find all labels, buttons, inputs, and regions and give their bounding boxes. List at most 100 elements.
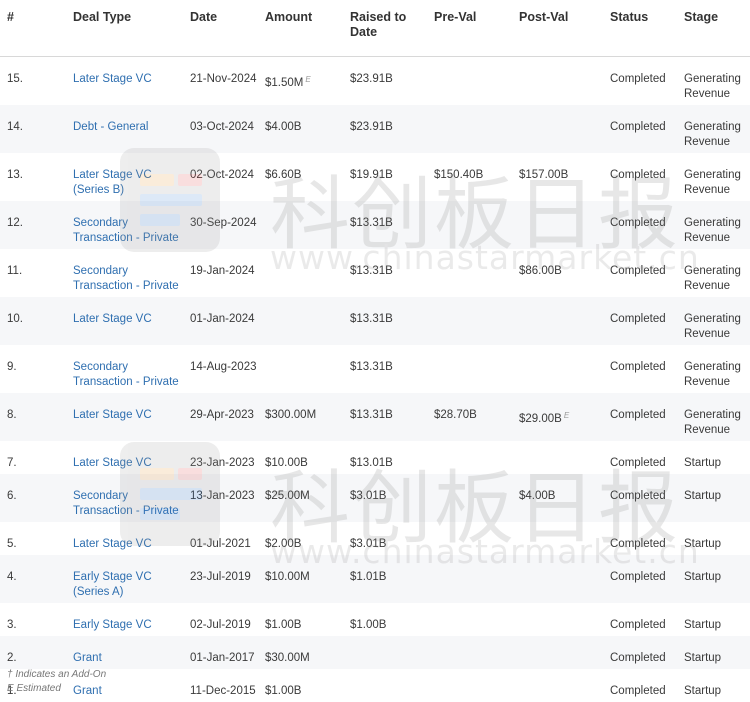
- cell-deal-type: Secondary Transaction - Private: [73, 249, 190, 297]
- cell-date: 23-Jan-2023: [190, 456, 255, 469]
- table-row: 7. Later Stage VC 23-Jan-2023 $10.00B $13.01…: [0, 441, 750, 474]
- cell-amount: [265, 200, 350, 249]
- table-row: 11. Secondary Transaction - Private 19-Jan…: [0, 249, 750, 297]
- deal-type-link[interactable]: Early Stage VC (Series A): [73, 571, 152, 598]
- cell-stage: Startup: [684, 456, 722, 469]
- cell-post-val: [519, 522, 610, 555]
- amount-value: $4.00B: [265, 120, 302, 133]
- col-header-post-val[interactable]: Post-Val: [519, 0, 610, 57]
- amount-value: $1.50M: [265, 76, 304, 89]
- col-header-status[interactable]: Status: [610, 0, 684, 57]
- cell-amount: $10.00B: [265, 441, 350, 474]
- cell-post-val: [519, 554, 610, 603]
- deal-type-link[interactable]: Grant: [73, 652, 102, 664]
- cell-pre-val: [434, 56, 519, 105]
- cell-stage: Generating Revenue: [684, 360, 741, 388]
- post-val-value: $29.00B: [519, 412, 562, 425]
- table-row: 4. Early Stage VC (Series A) 23-Jul-2019 $1…: [0, 554, 750, 603]
- cell-stage: Generating Revenue: [684, 264, 741, 292]
- deal-type-link[interactable]: Debt - General: [73, 121, 148, 133]
- table-row: 9. Secondary Transaction - Private 14-Aug-…: [0, 345, 750, 393]
- cell-pre-val: [434, 603, 519, 636]
- cell-stage: Generating Revenue: [684, 72, 741, 100]
- cell-status: Completed: [610, 392, 684, 441]
- cell-deal-type: Grant: [73, 635, 190, 669]
- cell-raised-to-date: $13.31B: [350, 360, 393, 373]
- cell-number: 13.: [7, 168, 23, 181]
- col-header-deal-type[interactable]: Deal Type: [73, 0, 190, 57]
- cell-deal-type: Later Stage VC: [73, 296, 190, 345]
- cell-date: 11-Dec-2015: [190, 684, 256, 697]
- amount-value: $1.00B: [265, 684, 302, 697]
- cell-amount: $4.00B: [265, 104, 350, 153]
- cell-raised-to-date: $23.91B: [350, 72, 393, 85]
- cell-date: 29-Apr-2023: [190, 392, 265, 441]
- cell-pre-val: $150.40B: [434, 168, 484, 181]
- cell-status: Completed: [610, 168, 666, 181]
- table-row: 6. Secondary Transaction - Private 13-Jan-…: [0, 473, 750, 522]
- cell-number: 9.: [7, 360, 17, 373]
- col-header-number[interactable]: #: [0, 0, 73, 57]
- amount-value: $1.00B: [265, 618, 302, 631]
- col-header-raised-to-date[interactable]: Raised to Date: [350, 0, 434, 57]
- cell-raised-to-date: $13.31B: [350, 392, 434, 441]
- col-header-pre-val[interactable]: Pre-Val: [434, 0, 519, 57]
- cell-status: Completed: [610, 296, 684, 345]
- table-body: 15. Later Stage VC 21-Nov-2024 $1.50M E $23.9…: [0, 56, 750, 702]
- cell-number: 6.: [0, 473, 73, 522]
- cell-status: Completed: [610, 635, 684, 669]
- cell-raised-to-date: $13.01B: [350, 456, 393, 469]
- cell-date: 02-Oct-2024: [190, 168, 254, 181]
- deal-type-link[interactable]: Later Stage VC: [73, 457, 152, 469]
- cell-pre-val: [434, 441, 519, 474]
- col-header-amount[interactable]: Amount: [265, 0, 350, 57]
- cell-amount: $6.60B: [265, 153, 350, 201]
- deal-type-link[interactable]: Later Stage VC (Series B): [73, 169, 152, 196]
- footnote-add-on: † Indicates an Add-On: [7, 669, 107, 680]
- cell-deal-type: Later Stage VC: [73, 522, 190, 555]
- cell-amount: $1.00B: [265, 603, 350, 636]
- cell-pre-val: [434, 249, 519, 297]
- cell-stage: Generating Revenue: [684, 296, 750, 345]
- amount-value: $10.00M: [265, 570, 310, 583]
- cell-number: 7.: [7, 456, 17, 469]
- deal-type-link[interactable]: Early Stage VC: [73, 619, 152, 631]
- cell-stage: Generating Revenue: [684, 104, 750, 153]
- col-header-stage[interactable]: Stage: [684, 0, 750, 57]
- cell-date: 19-Jan-2024: [190, 264, 255, 277]
- deal-type-link[interactable]: Later Stage VC: [73, 313, 152, 325]
- cell-post-val: [519, 296, 610, 345]
- cell-stage: Startup: [684, 684, 722, 697]
- deal-type-link[interactable]: Secondary Transaction - Private: [73, 265, 179, 292]
- amount-value: $6.60B: [265, 168, 302, 181]
- cell-pre-val: [434, 345, 519, 393]
- amount-value: $300.00M: [265, 408, 317, 421]
- deal-type-link[interactable]: Later Stage VC: [73, 409, 152, 421]
- cell-pre-val: [434, 473, 519, 522]
- col-header-date[interactable]: Date: [190, 0, 265, 57]
- deal-type-link[interactable]: Later Stage VC: [73, 73, 152, 85]
- cell-status: Completed: [610, 473, 684, 522]
- cell-amount: [265, 345, 350, 393]
- footnotes: † Indicates an Add-On E Estimated: [7, 668, 106, 696]
- table-row: 12. Secondary Transaction - Private 30-Sep…: [0, 200, 750, 249]
- cell-post-val: [519, 603, 610, 636]
- cell-amount: $30.00M: [265, 635, 350, 669]
- deal-type-link[interactable]: Secondary Transaction - Private: [73, 217, 179, 244]
- deal-type-link[interactable]: Later Stage VC: [73, 538, 152, 550]
- cell-raised-to-date: $3.01B: [350, 473, 434, 522]
- cell-pre-val: [434, 522, 519, 555]
- amount-value: $25.00M: [265, 489, 310, 502]
- cell-raised-to-date: $13.31B: [350, 264, 393, 277]
- cell-post-val: [519, 441, 610, 474]
- cell-post-val: [519, 56, 610, 105]
- cell-stage: Generating Revenue: [684, 168, 741, 196]
- cell-status: Completed: [610, 537, 666, 550]
- deal-type-link[interactable]: Secondary Transaction - Private: [73, 361, 179, 388]
- cell-stage: Startup: [684, 618, 722, 631]
- table-row: 1. Grant 11-Dec-2015 $1.00B Completed Startup: [0, 669, 750, 702]
- cell-number: 10.: [0, 296, 73, 345]
- cell-date: 01-Jul-2021: [190, 537, 251, 550]
- cell-post-val: [519, 635, 610, 669]
- deal-type-link[interactable]: Secondary Transaction - Private: [73, 490, 179, 517]
